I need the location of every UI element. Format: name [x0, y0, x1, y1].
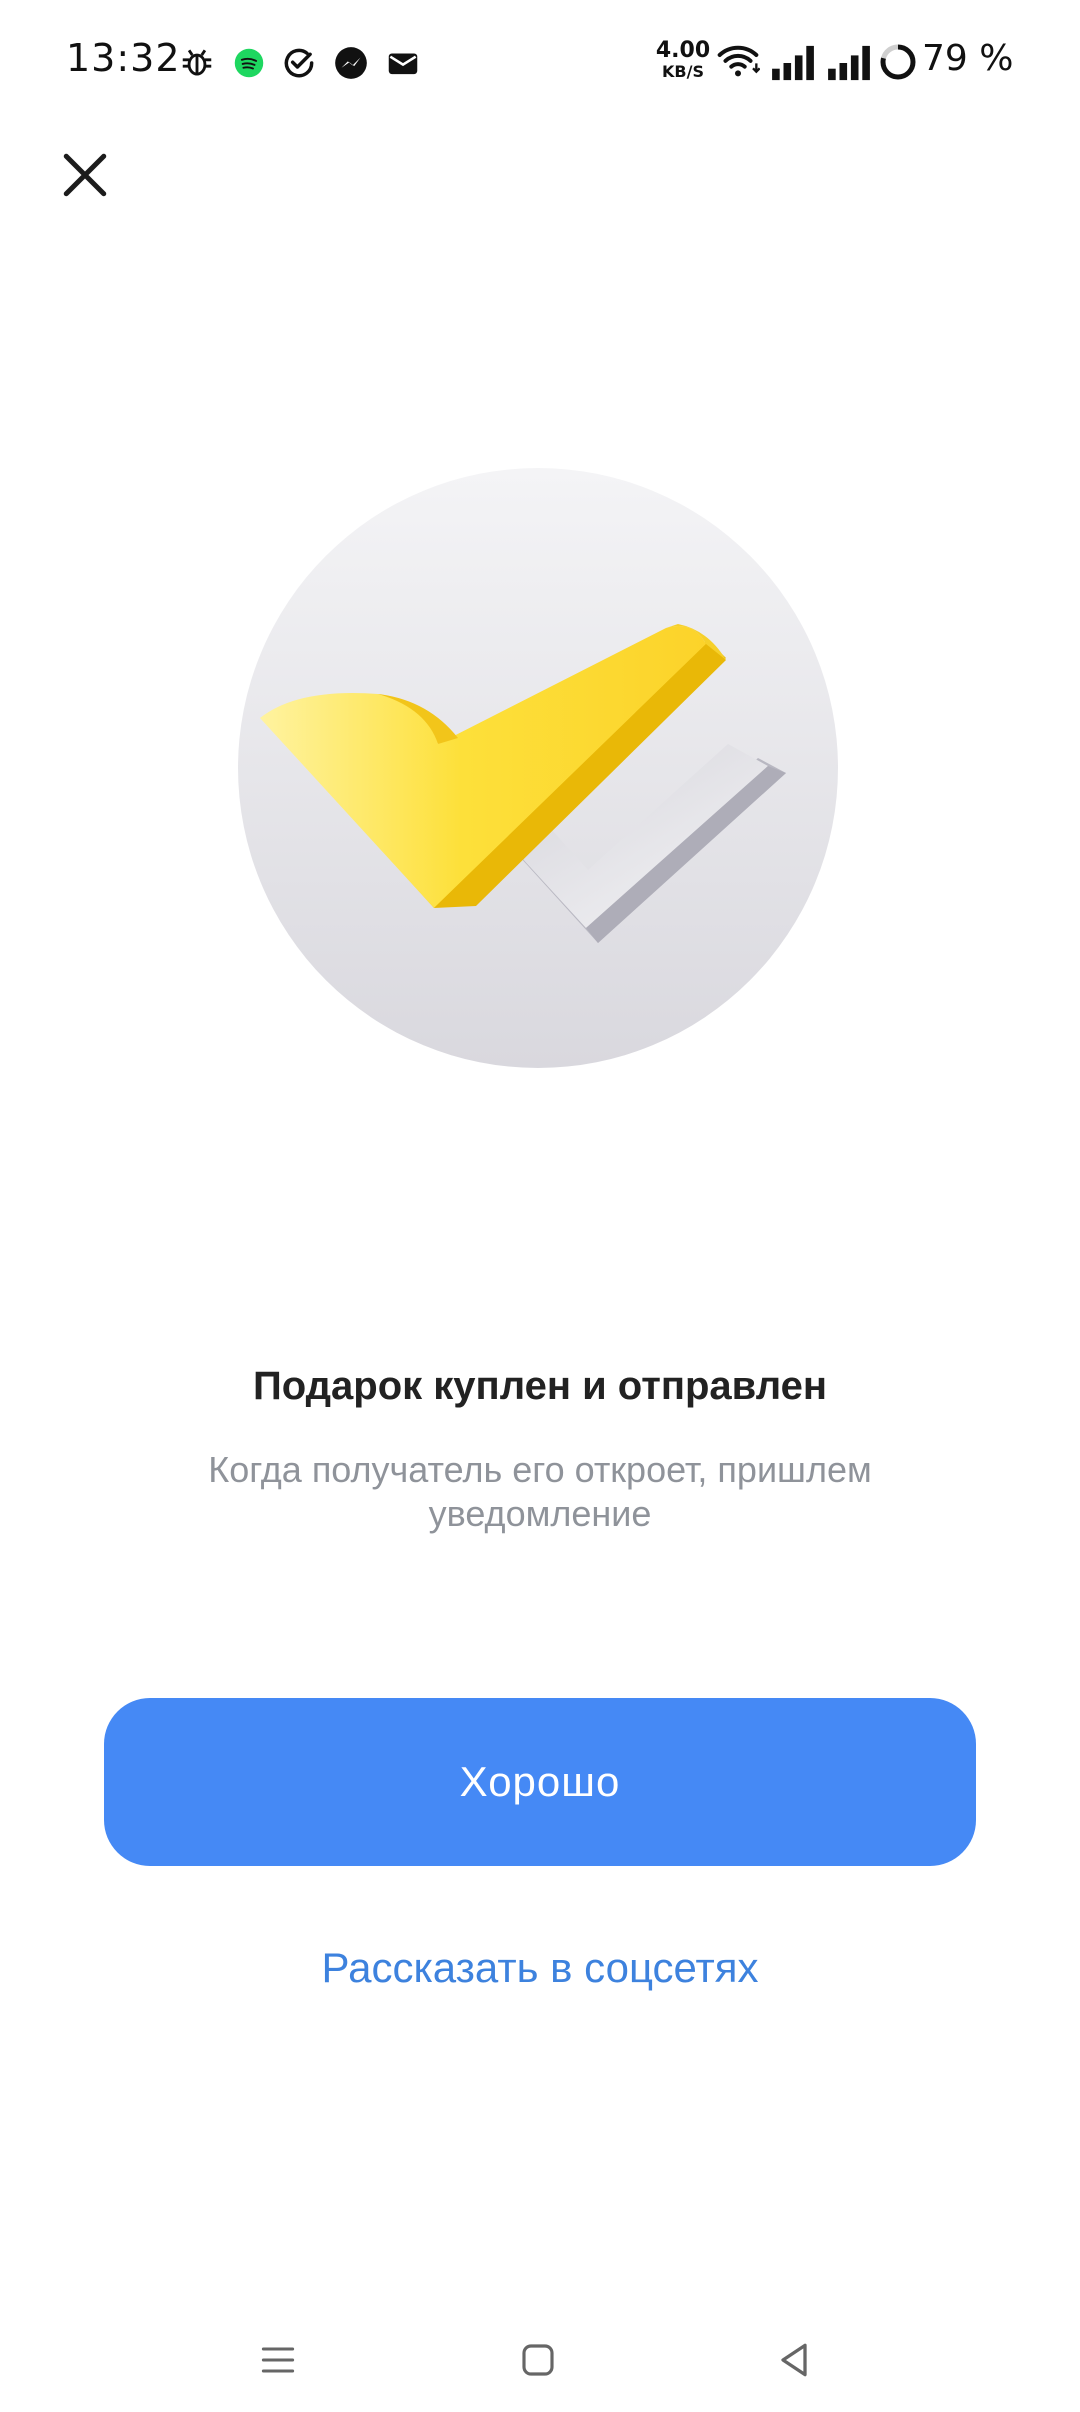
back-icon — [781, 2343, 807, 2377]
page-subtitle: Когда получатель его откроет, пришлем ув… — [208, 1449, 872, 1534]
network-speed-value: 4.00 — [655, 38, 711, 63]
close-button[interactable] — [50, 140, 120, 210]
signal-icon — [828, 45, 870, 81]
nav-back-button[interactable] — [764, 2330, 824, 2390]
menu-icon — [261, 2347, 295, 2373]
check-circle-icon — [284, 48, 314, 78]
page-title: Подарок куплен и отправлен — [252, 1364, 828, 1408]
battery-percent: 79 % — [922, 38, 1014, 79]
system-nav-bar — [0, 2300, 1080, 2412]
share-social-link[interactable]: Рассказать в соцсетях — [0, 1944, 1080, 1992]
home-icon — [522, 2344, 554, 2376]
spotify-icon — [234, 48, 264, 78]
success-illustration — [238, 468, 838, 1068]
signal-icon — [772, 45, 814, 81]
messenger-icon — [335, 47, 367, 79]
close-icon — [63, 153, 107, 197]
network-speed-unit: KB/S — [662, 62, 704, 81]
status-bar: 13:32 4.00 KB/S 79 % — [0, 0, 1080, 124]
battery-ring-icon — [880, 44, 916, 80]
nav-home-button[interactable] — [508, 2330, 568, 2390]
status-time: 13:32 — [66, 36, 181, 80]
network-speed: 4.00 KB/S — [654, 40, 712, 80]
bug-icon — [182, 49, 212, 76]
ok-button[interactable]: Хорошо — [104, 1698, 976, 1866]
mail-icon — [388, 53, 418, 75]
nav-menu-button[interactable] — [248, 2330, 308, 2390]
wifi-icon — [717, 45, 760, 77]
